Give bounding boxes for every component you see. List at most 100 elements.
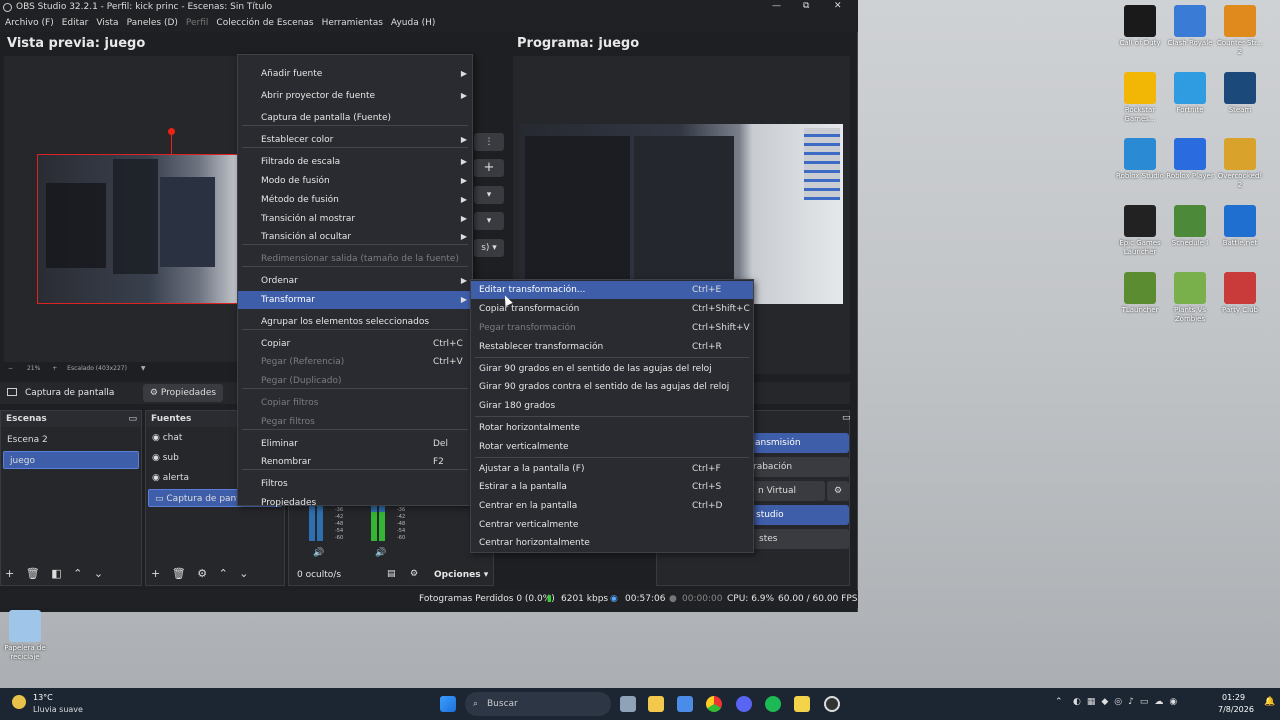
desktop-shortcut[interactable]: Roblox Player bbox=[1165, 138, 1215, 181]
context-menu-item[interactable]: Agrupar los elementos seleccionados bbox=[238, 313, 472, 331]
transform-menu-item[interactable]: Copiar transformación Ctrl+Shift+C bbox=[471, 300, 753, 318]
virtual-camera-settings-button[interactable]: ⚙ bbox=[827, 481, 849, 501]
transform-menu-item[interactable]: Centrar verticalmente bbox=[471, 516, 753, 534]
notification-icon[interactable]: 🔔 bbox=[1264, 697, 1275, 707]
transform-menu-item[interactable]: Centrar horizontalmente bbox=[471, 534, 753, 552]
transition-dropdown-2[interactable]: ▾ bbox=[474, 212, 504, 230]
context-menu-item[interactable]: Ordenar ▶ bbox=[238, 272, 472, 290]
store-icon[interactable] bbox=[677, 696, 693, 712]
close-button[interactable]: ✕ bbox=[834, 1, 842, 11]
weather-icon[interactable] bbox=[12, 695, 26, 709]
transform-menu-item[interactable]: Editar transformación... Ctrl+E bbox=[471, 281, 753, 299]
move-up-button[interactable]: ⌃ bbox=[73, 567, 82, 580]
pen-app-icon[interactable] bbox=[794, 696, 810, 712]
menu-file[interactable]: Archivo (F) bbox=[5, 15, 54, 32]
transform-menu-item[interactable]: Girar 90 grados contra el sentido de las… bbox=[471, 378, 753, 396]
clock-time[interactable]: 01:29 bbox=[1222, 693, 1245, 702]
context-menu-item[interactable]: Filtrado de escala ▶ bbox=[238, 153, 472, 171]
tray-icons[interactable]: ◐▦◆◎♪▭☁◉ bbox=[1073, 697, 1183, 707]
transform-menu-item[interactable]: Ajustar a la pantalla (F) Ctrl+F bbox=[471, 460, 753, 478]
desktop-shortcut[interactable]: Fortnite bbox=[1165, 72, 1215, 115]
discord-icon[interactable] bbox=[736, 696, 752, 712]
scene-item[interactable]: Escena 2 bbox=[1, 431, 141, 449]
menu-profile[interactable]: Perfil bbox=[186, 15, 209, 32]
remove-scene-button[interactable]: 🗑 bbox=[26, 567, 40, 580]
preview-source-frame[interactable] bbox=[37, 154, 240, 304]
minimize-button[interactable]: — bbox=[772, 1, 781, 11]
start-icon[interactable] bbox=[440, 696, 456, 712]
undock-icon[interactable]: ▭ bbox=[128, 411, 137, 427]
desktop-shortcut[interactable]: Papelera de reciclaje bbox=[0, 610, 50, 662]
transform-menu-item[interactable]: Rotar verticalmente bbox=[471, 438, 753, 456]
tray-chevron-icon[interactable]: ⌃ bbox=[1055, 697, 1063, 707]
transform-menu-item[interactable]: Restablecer transformación Ctrl+R bbox=[471, 338, 753, 356]
menu-help[interactable]: Ayuda (H) bbox=[391, 15, 435, 32]
desktop-shortcut[interactable]: TLauncher bbox=[1115, 272, 1165, 315]
desktop-shortcut[interactable]: Epic Games Launcher bbox=[1115, 205, 1165, 257]
context-menu-item[interactable]: Modo de fusión ▶ bbox=[238, 172, 472, 190]
file-explorer-icon[interactable] bbox=[648, 696, 664, 712]
zoom-dropdown-icon[interactable]: ▼ bbox=[141, 365, 146, 372]
menu-scene-collection[interactable]: Colección de Escenas bbox=[216, 15, 313, 32]
context-menu-item[interactable]: Propiedades bbox=[238, 494, 472, 512]
mixer-settings-icon[interactable]: ⚙ bbox=[410, 569, 418, 579]
desktop-shortcut[interactable]: Battle.net bbox=[1215, 205, 1265, 248]
context-menu-item[interactable]: Copiar Ctrl+C bbox=[238, 335, 472, 353]
clock-date[interactable]: 7/8/2026 bbox=[1218, 705, 1254, 714]
desktop-shortcut[interactable]: Plants Vs Zombies bbox=[1165, 272, 1215, 324]
context-menu-item[interactable]: Renombrar F2 bbox=[238, 453, 472, 471]
add-source-button[interactable]: + bbox=[151, 567, 160, 580]
transition-menu-button[interactable]: ⋮ bbox=[474, 133, 504, 151]
context-menu-item[interactable]: Filtros bbox=[238, 475, 472, 493]
transform-menu-item[interactable]: Rotar horizontalmente bbox=[471, 419, 753, 437]
context-menu-item[interactable]: Transición al ocultar ▶ bbox=[238, 228, 472, 246]
mixer-options-button[interactable]: Opciones ▾ bbox=[434, 570, 488, 580]
search-box[interactable]: ⌕ Buscar bbox=[465, 692, 611, 716]
move-down-button[interactable]: ⌄ bbox=[94, 567, 103, 580]
spotify-icon[interactable] bbox=[765, 696, 781, 712]
properties-button[interactable]: ⚙ Propiedades bbox=[143, 384, 223, 402]
context-menu-item[interactable]: Transición al mostrar ▶ bbox=[238, 210, 472, 228]
desktop-shortcut[interactable]: Call of Duty bbox=[1115, 5, 1165, 48]
source-settings-button[interactable]: ⚙ bbox=[197, 567, 207, 580]
speaker-icon[interactable]: 🔊 bbox=[313, 548, 324, 558]
transform-menu-item[interactable]: Centrar en la pantalla Ctrl+D bbox=[471, 497, 753, 515]
remove-source-button[interactable]: 🗑 bbox=[172, 567, 186, 580]
desktop-shortcut[interactable]: Rockstar Games... bbox=[1115, 72, 1165, 124]
desktop-shortcut[interactable]: Roblox Studio bbox=[1115, 138, 1165, 181]
desktop-shortcut[interactable]: Clash Royale bbox=[1165, 5, 1215, 48]
transform-menu-item[interactable]: Estirar a la pantalla Ctrl+S bbox=[471, 478, 753, 496]
context-menu-item[interactable]: Método de fusión ▶ bbox=[238, 191, 472, 209]
add-transition-button[interactable]: + bbox=[474, 159, 504, 177]
transform-menu-item[interactable]: Girar 90 grados en el sentido de las agu… bbox=[471, 360, 753, 378]
speaker-icon[interactable]: 🔊 bbox=[375, 548, 386, 558]
maximize-button[interactable]: ⧉ bbox=[803, 1, 809, 11]
zoom-in-button[interactable]: + bbox=[52, 365, 57, 372]
add-scene-button[interactable]: + bbox=[5, 567, 14, 580]
menu-docks[interactable]: Paneles (D) bbox=[127, 15, 178, 32]
context-menu-item[interactable]: Añadir fuente ▶ bbox=[238, 65, 472, 83]
desktop-shortcut[interactable]: Overcooked! 2 bbox=[1215, 138, 1265, 190]
desktop-shortcut[interactable]: Party Club bbox=[1215, 272, 1265, 315]
desktop-shortcut[interactable]: Schedule I bbox=[1165, 205, 1215, 248]
scene-item-selected[interactable]: juego bbox=[3, 451, 139, 469]
menu-tools[interactable]: Herramientas bbox=[322, 15, 383, 32]
transform-menu-item[interactable]: Girar 180 grados bbox=[471, 397, 753, 415]
chrome-icon[interactable] bbox=[706, 696, 722, 712]
move-down-button[interactable]: ⌄ bbox=[239, 567, 248, 580]
transition-dropdown-1[interactable]: ▾ bbox=[474, 186, 504, 204]
context-menu-item[interactable]: Eliminar Del bbox=[238, 435, 472, 453]
preview-canvas[interactable] bbox=[4, 56, 240, 362]
transition-duration[interactable]: s) ▾ bbox=[474, 239, 504, 257]
filter-scene-button[interactable]: ◧ bbox=[51, 567, 61, 580]
mixer-layout-icon[interactable]: ▤ bbox=[387, 569, 396, 579]
obs-taskbar-icon[interactable] bbox=[824, 696, 840, 712]
task-view-icon[interactable] bbox=[620, 696, 636, 712]
menu-view[interactable]: Vista bbox=[96, 15, 118, 32]
move-up-button[interactable]: ⌃ bbox=[219, 567, 228, 580]
context-menu-item[interactable]: Establecer color ▶ bbox=[238, 131, 472, 149]
desktop-shortcut[interactable]: Counter-Str... 2 bbox=[1215, 5, 1265, 57]
desktop-shortcut[interactable]: Steam bbox=[1215, 72, 1265, 115]
context-menu-item[interactable]: Transformar ▶ bbox=[238, 291, 472, 309]
menu-edit[interactable]: Editar bbox=[62, 15, 89, 32]
